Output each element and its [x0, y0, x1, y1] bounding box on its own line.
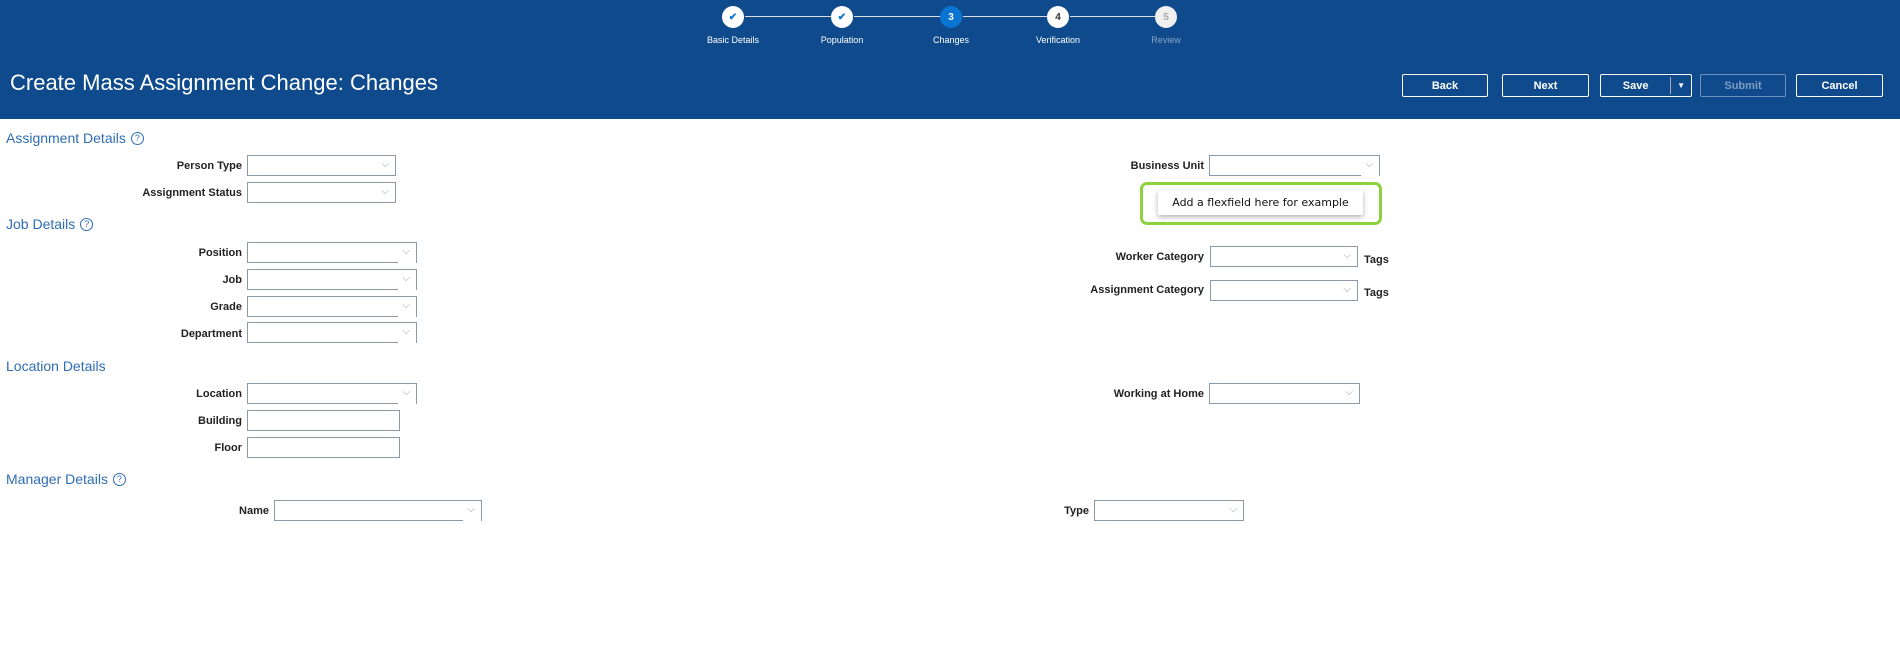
section-manager-details: Manager Details?: [6, 471, 126, 487]
building-label: Building: [198, 415, 242, 427]
step-label: Verification: [1035, 35, 1081, 45]
department-label: Department: [180, 328, 242, 340]
check-icon: ✔: [831, 6, 853, 28]
step-number: 4: [1047, 6, 1069, 28]
chevron-down-icon: ⌵: [1365, 159, 1373, 170]
step-basic-details[interactable]: ✔ Basic Details: [678, 6, 788, 45]
department-select[interactable]: ⌵: [247, 322, 417, 343]
section-location-details: Location Details: [6, 358, 106, 374]
check-icon: ✔: [722, 6, 744, 28]
manager-type-select[interactable]: ⌵: [1094, 500, 1244, 521]
step-verification[interactable]: 4 Verification: [1003, 6, 1113, 45]
floor-input[interactable]: [247, 437, 400, 458]
step-label: Population: [820, 35, 864, 45]
flexfield-highlight: Add a flexfield here for example: [1140, 182, 1382, 225]
chevron-down-icon: ⌵: [402, 273, 410, 284]
worker-category-label: Worker Category: [1115, 251, 1204, 263]
tags-label: Tags: [1364, 254, 1389, 266]
business-unit-label: Business Unit: [1130, 160, 1204, 172]
chevron-down-icon: ⌵: [1343, 250, 1351, 261]
chevron-down-icon: ⌵: [381, 186, 389, 197]
assignment-status-select[interactable]: ⌵: [247, 182, 396, 203]
job-label: Job: [222, 274, 242, 286]
step-number: 5: [1155, 6, 1177, 28]
chevron-down-icon: ⌵: [1343, 284, 1351, 295]
chevron-down-icon: ⌵: [1229, 504, 1237, 515]
grade-select[interactable]: ⌵: [247, 296, 417, 317]
tags-label: Tags: [1364, 287, 1389, 299]
section-title: Job Details: [6, 216, 76, 232]
save-button[interactable]: Save ▼: [1600, 74, 1692, 97]
manager-type-label: Type: [1064, 505, 1089, 517]
help-icon[interactable]: ?: [80, 217, 94, 231]
back-button[interactable]: Back: [1402, 74, 1488, 97]
submit-button: Submit: [1700, 74, 1786, 97]
next-button[interactable]: Next: [1502, 74, 1589, 97]
step-population[interactable]: ✔ Population: [787, 6, 897, 45]
chevron-down-icon: ⌵: [402, 246, 410, 257]
flexfield-placeholder: Add a flexfield here for example: [1158, 190, 1363, 215]
section-job-details: Job Details?: [6, 216, 94, 232]
chevron-down-icon: ⌵: [402, 387, 410, 398]
section-title: Assignment Details: [6, 130, 126, 146]
assignment-category-select[interactable]: ⌵: [1210, 280, 1358, 301]
step-changes[interactable]: 3 Changes: [896, 6, 1006, 45]
save-dropdown-icon[interactable]: ▼: [1670, 77, 1691, 94]
section-assignment-details: Assignment Details?: [6, 130, 144, 146]
business-unit-select[interactable]: ⌵: [1209, 155, 1380, 176]
help-icon[interactable]: ?: [112, 472, 126, 486]
grade-label: Grade: [210, 301, 242, 313]
step-label: Basic Details: [706, 35, 760, 45]
cancel-button[interactable]: Cancel: [1796, 74, 1883, 97]
position-label: Position: [198, 247, 242, 259]
position-select[interactable]: ⌵: [247, 242, 417, 263]
assignment-category-label: Assignment Category: [1090, 284, 1204, 296]
working-at-home-select[interactable]: ⌵: [1209, 383, 1360, 404]
manager-name-label: Name: [239, 505, 269, 517]
building-input[interactable]: [247, 410, 400, 431]
section-title: Location Details: [6, 358, 106, 374]
assignment-status-label: Assignment Status: [142, 187, 242, 199]
chevron-down-icon: ⌵: [402, 300, 410, 311]
manager-name-select[interactable]: ⌵: [274, 500, 482, 521]
step-label: Review: [1151, 35, 1181, 45]
section-title: Manager Details: [6, 471, 108, 487]
step-number: 3: [940, 6, 962, 28]
header: ✔ Basic Details ✔ Population 3 Changes 4 Ver…: [0, 0, 1900, 119]
save-label: Save: [1622, 79, 1649, 92]
location-label: Location: [196, 388, 242, 400]
worker-category-select[interactable]: ⌵: [1210, 246, 1358, 267]
chevron-down-icon: ⌵: [381, 159, 389, 170]
step-label: Changes: [932, 35, 970, 45]
working-at-home-label: Working at Home: [1113, 388, 1204, 400]
floor-label: Floor: [214, 442, 243, 454]
person-type-select[interactable]: ⌵: [247, 155, 396, 176]
job-select[interactable]: ⌵: [247, 269, 417, 290]
chevron-down-icon: ⌵: [402, 326, 410, 337]
step-review: 5 Review: [1111, 6, 1221, 45]
chevron-down-icon: ⌵: [467, 504, 475, 515]
page-title: Create Mass Assignment Change: Changes: [10, 70, 439, 95]
help-icon[interactable]: ?: [130, 131, 144, 145]
chevron-down-icon: ⌵: [1345, 387, 1353, 398]
person-type-label: Person Type: [176, 160, 242, 172]
location-select[interactable]: ⌵: [247, 383, 417, 404]
